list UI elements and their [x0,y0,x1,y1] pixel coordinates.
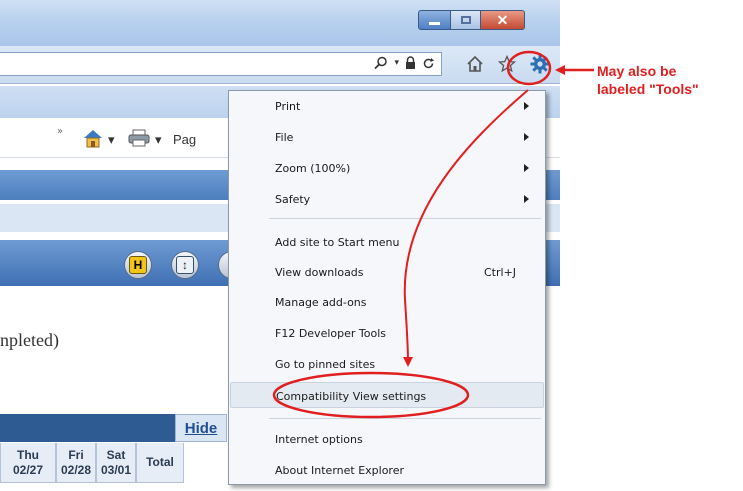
menu-separator [269,418,541,419]
menu-item-zoom[interactable]: Zoom (100%) [230,155,544,181]
address-input[interactable]: ▾ [0,52,442,76]
menu-item-compatibility-view-settings[interactable]: Compatibility View settings [230,382,544,408]
menu-item-label: F12 Developer Tools [275,327,386,340]
search-icon[interactable] [374,56,388,70]
annotation-callout: May also be labeled "Tools" [597,62,699,98]
day-date: 02/28 [60,462,92,477]
day-name: Thu [17,447,39,462]
menu-item-label: Safety [275,193,311,206]
menu-separator [269,218,541,219]
save-button[interactable]: H [124,251,152,279]
favorites-star-icon[interactable] [498,55,516,73]
hide-cell: Hide [175,414,227,442]
submenu-arrow-icon [524,133,529,141]
menu-item-label: Add site to Start menu [275,236,400,249]
print-icon[interactable] [128,129,150,147]
minimize-icon [429,21,440,25]
menu-item-file[interactable]: File [230,124,544,150]
day-name: Sat [106,447,126,462]
annotation-line-2: labeled "Tools" [597,81,699,97]
submenu-arrow-icon [524,195,529,203]
menu-item-print[interactable]: Print [230,93,544,119]
menu-item-f12-developer-tools[interactable]: F12 Developer Tools [230,320,544,346]
menu-item-label: About Internet Explorer [275,464,404,477]
menu-item-label: Zoom (100%) [275,162,351,175]
menu-item-add-site-to-start[interactable]: Add site to Start menu [230,229,544,255]
day-name: Fri [68,447,84,462]
menu-item-shortcut: Ctrl+J [484,266,517,279]
transfer-icon: ↕ [176,256,194,274]
refresh-icon[interactable] [422,57,435,70]
menu-item-label: Print [275,100,301,113]
annotation-line-1: May also be [597,63,677,79]
search-dropdown-icon[interactable]: ▾ [394,58,399,68]
submenu-arrow-icon [524,164,529,172]
home-icon[interactable] [466,55,484,73]
menu-item-go-to-pinned-sites[interactable]: Go to pinned sites [230,351,544,377]
command-bar-overflow[interactable]: » [57,126,63,137]
nav-icons [466,54,550,74]
maximize-button[interactable] [451,10,481,30]
print-dropdown-arrow[interactable]: ▾ [155,132,162,148]
address-bar: ▾ [0,46,560,84]
day-date: 03/01 [100,462,132,477]
day-headers-row: Thu 02/27 Fri 02/28 Sat 03/01 Total [0,443,184,483]
home-dropdown-arrow[interactable]: ▾ [108,132,115,148]
timesheet-status-text: npleted) [0,330,59,350]
close-button[interactable]: ✕ [481,10,525,30]
menu-item-manage-add-ons[interactable]: Manage add-ons [230,289,544,315]
menu-item-label: View downloads [275,266,364,279]
submenu-arrow-icon [524,102,529,110]
home-toolbar-icon[interactable] [82,127,104,149]
timesheet-table-header [0,414,175,442]
save-icon: H [129,256,147,274]
day-header: Thu 02/27 [0,443,56,483]
total-header: Total [136,443,184,483]
menu-item-label: Internet options [275,433,363,446]
page-menu-label[interactable]: Pag [173,132,196,147]
hide-link[interactable]: Hide [185,420,218,437]
menu-item-label: File [275,131,294,144]
day-date: 02/27 [12,462,44,477]
day-header: Sat 03/01 [96,443,136,483]
lock-icon[interactable] [405,56,416,70]
menu-item-about-internet-explorer[interactable]: About Internet Explorer [230,457,544,483]
tools-menu: Print File Zoom (100%) Safety Add site t… [228,90,546,485]
menu-item-label: Manage add-ons [275,296,367,309]
maximize-icon [460,16,471,24]
gear-icon[interactable] [530,54,550,74]
page-action-button[interactable]: ↕ [171,251,199,279]
close-icon: ✕ [496,11,509,28]
menu-item-label: Go to pinned sites [275,358,376,371]
address-bar-icons: ▾ [374,56,435,70]
minimize-button[interactable] [418,10,451,30]
menu-item-label: Compatibility View settings [276,390,427,403]
menu-item-view-downloads[interactable]: View downloads Ctrl+J [230,259,544,285]
window-controls: ✕ [418,10,525,30]
menu-item-safety[interactable]: Safety [230,186,544,212]
menu-item-internet-options[interactable]: Internet options [230,426,544,452]
title-bar: ✕ [0,0,560,46]
total-label: Total [146,455,174,469]
day-header: Fri 02/28 [56,443,96,483]
